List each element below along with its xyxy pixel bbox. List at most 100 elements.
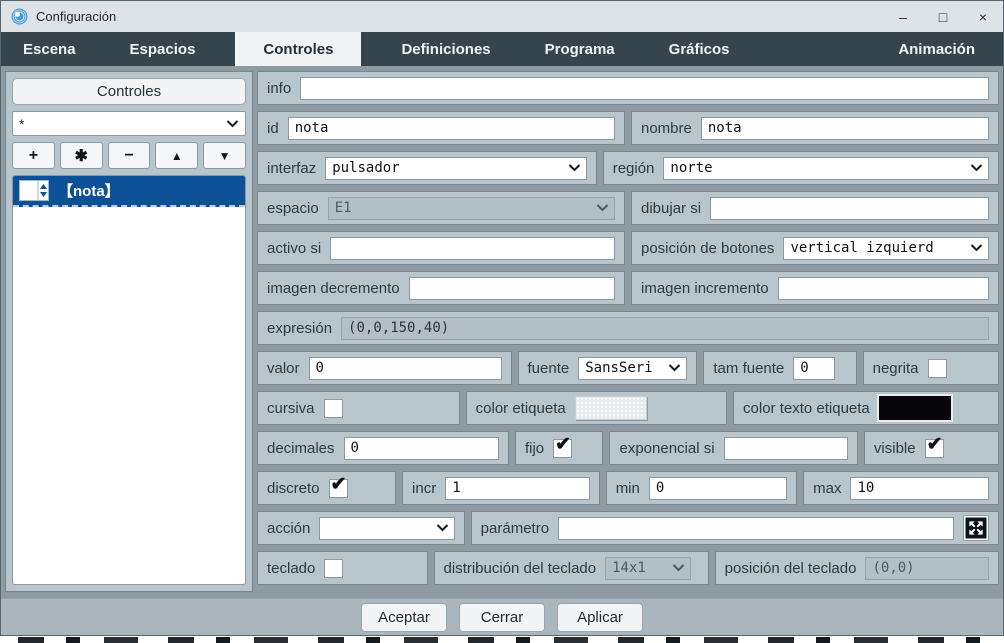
activo-si-label: activo si	[267, 240, 321, 257]
spinner-control-icon	[19, 180, 49, 201]
maximize-button[interactable]: □	[923, 1, 963, 32]
tab-programa[interactable]: Programa	[531, 32, 629, 66]
info-label: info	[267, 80, 291, 97]
close-button[interactable]: ×	[963, 1, 1003, 32]
expresion-label: expresión	[267, 320, 332, 337]
accept-button[interactable]: Aceptar	[361, 603, 447, 632]
expresion-value: (0,0,150,40)	[341, 317, 989, 340]
color-texto-etiqueta-swatch[interactable]	[879, 396, 951, 420]
parametro-label: parámetro	[481, 520, 549, 537]
discreto-label: discreto	[267, 480, 320, 497]
min-field: min	[606, 471, 797, 505]
remove-control-button[interactable]: −	[108, 142, 151, 169]
visible-label: visible	[874, 440, 916, 457]
tab-escena[interactable]: Escena	[9, 32, 90, 66]
id-label: id	[267, 120, 279, 137]
cursiva-checkbox[interactable]	[324, 399, 343, 418]
negrita-field: negrita	[863, 351, 999, 385]
imagen-decremento-input[interactable]	[409, 277, 615, 300]
control-list-toolbar: + ✱ − ▲ ▼	[12, 142, 246, 169]
incr-field: incr	[402, 471, 600, 505]
discreto-checkbox[interactable]	[329, 479, 348, 498]
minimize-button[interactable]: –	[883, 1, 923, 32]
expand-editor-button[interactable]	[963, 515, 989, 541]
content-area: Controles * + ✱ − ▲ ▼	[1, 66, 1003, 598]
chevron-down-icon	[970, 244, 983, 252]
tab-animacion[interactable]: Animación	[876, 32, 997, 66]
interfaz-field: interfaz pulsador	[257, 151, 597, 185]
nombre-input[interactable]	[701, 117, 989, 140]
min-input[interactable]	[649, 477, 787, 500]
fuente-label: fuente	[528, 360, 570, 377]
fijo-label: fijo	[525, 440, 544, 457]
valor-field: valor	[257, 351, 512, 385]
fuente-select[interactable]: SansSeri	[578, 357, 687, 380]
posicion-teclado-field: posición del teclado (0,0)	[715, 551, 999, 585]
color-etiqueta-swatch[interactable]	[575, 396, 647, 420]
list-item-label: 【nota】	[58, 180, 120, 201]
visible-checkbox[interactable]	[925, 439, 944, 458]
valor-input[interactable]	[309, 357, 502, 380]
duplicate-control-button[interactable]: ✱	[60, 142, 103, 169]
chevron-down-icon	[568, 164, 581, 172]
posicion-botones-select[interactable]: vertical izquierd	[783, 237, 989, 260]
list-item-nota[interactable]: 【nota】	[13, 176, 245, 207]
exponencial-si-label: exponencial si	[619, 440, 714, 457]
nombre-label: nombre	[641, 120, 692, 137]
tab-graficos[interactable]: Gráficos	[655, 32, 744, 66]
tab-espacios[interactable]: Espacios	[116, 32, 210, 66]
color-texto-etiqueta-field: color texto etiqueta	[733, 391, 999, 425]
control-filter-select[interactable]: *	[12, 111, 246, 136]
chevron-down-icon	[436, 524, 449, 532]
distribucion-teclado-select: 14x1	[605, 557, 691, 580]
max-input[interactable]	[850, 477, 989, 500]
move-control-up-button[interactable]: ▲	[155, 142, 198, 169]
background-page-strip	[0, 636, 1004, 643]
max-label: max	[813, 480, 841, 497]
configuration-window: Configuración – □ × Escena Espacios Cont…	[0, 0, 1004, 636]
move-control-down-button[interactable]: ▼	[203, 142, 246, 169]
info-field: info	[257, 71, 999, 105]
window-title: Configuración	[36, 9, 116, 24]
dibujar-si-field: dibujar si	[631, 191, 999, 225]
min-label: min	[616, 480, 640, 497]
color-etiqueta-label: color etiqueta	[476, 400, 566, 417]
dibujar-si-input[interactable]	[710, 197, 989, 220]
add-control-button[interactable]: +	[12, 142, 55, 169]
posicion-botones-field: posición de botones vertical izquierd	[631, 231, 999, 265]
accion-label: acción	[267, 520, 310, 537]
fijo-checkbox[interactable]	[553, 439, 572, 458]
decimales-label: decimales	[267, 440, 335, 457]
teclado-checkbox[interactable]	[324, 559, 343, 578]
tab-controles[interactable]: Controles	[235, 32, 361, 66]
controls-list: 【nota】	[12, 175, 246, 585]
region-label: región	[613, 160, 655, 177]
cursiva-label: cursiva	[267, 400, 315, 417]
incr-label: incr	[412, 480, 436, 497]
dibujar-si-label: dibujar si	[641, 200, 701, 217]
color-etiqueta-field: color etiqueta	[466, 391, 727, 425]
close-dialog-button[interactable]: Cerrar	[459, 603, 545, 632]
posicion-teclado-label: posición del teclado	[725, 560, 857, 577]
accion-select[interactable]	[319, 517, 454, 540]
id-input[interactable]	[288, 117, 615, 140]
incr-input[interactable]	[445, 477, 589, 500]
fuente-field: fuente SansSeri	[518, 351, 698, 385]
interfaz-select[interactable]: pulsador	[325, 157, 587, 180]
imagen-incremento-input[interactable]	[778, 277, 989, 300]
parametro-input[interactable]	[558, 517, 954, 540]
exponencial-si-input[interactable]	[724, 437, 848, 460]
decimales-field: decimales	[257, 431, 509, 465]
info-input[interactable]	[300, 77, 989, 100]
fijo-field: fijo	[515, 431, 604, 465]
negrita-checkbox[interactable]	[928, 359, 947, 378]
decimales-input[interactable]	[344, 437, 499, 460]
apply-button[interactable]: Aplicar	[557, 603, 643, 632]
tam-fuente-input[interactable]	[793, 357, 835, 380]
filter-value: *	[19, 116, 223, 132]
region-select[interactable]: norte	[663, 157, 989, 180]
activo-si-input[interactable]	[330, 237, 615, 260]
tab-definiciones[interactable]: Definiciones	[387, 32, 504, 66]
imagen-incremento-label: imagen incremento	[641, 280, 769, 297]
imagen-decremento-field: imagen decremento	[257, 271, 625, 305]
